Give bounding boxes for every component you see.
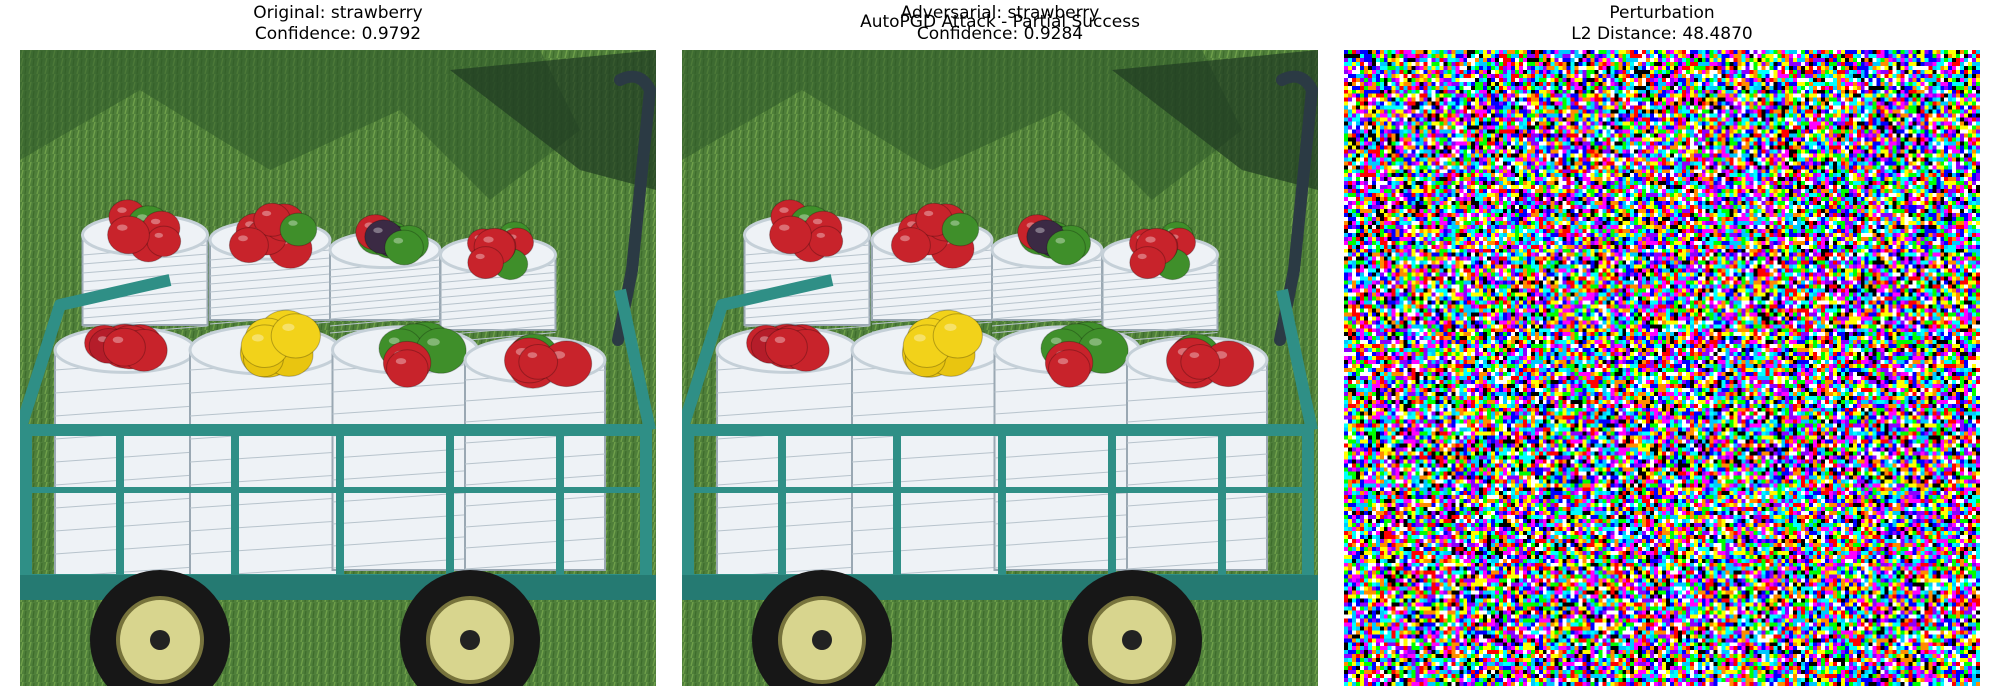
- perturbation-label: Perturbation: [1609, 3, 1715, 23]
- adversarial-image: [682, 50, 1318, 686]
- adversarial-confidence: Confidence: 0.9284: [916, 24, 1084, 44]
- adversarial-label: Adversarial: strawberry: [900, 3, 1100, 23]
- perturbation-panel-title: Perturbation L2 Distance: 48.4870: [1344, 3, 1980, 45]
- l2-distance: L2 Distance: 48.4870: [1571, 24, 1753, 44]
- photo-svg: [20, 50, 656, 686]
- original-confidence: Confidence: 0.9792: [254, 24, 422, 44]
- photo-svg: [682, 50, 1318, 686]
- original-panel-title: Original: strawberry Confidence: 0.9792: [20, 3, 656, 45]
- original-image: [20, 50, 656, 686]
- original-label: Original: strawberry: [253, 3, 423, 23]
- adversarial-panel-title: Adversarial: strawberry Confidence: 0.92…: [682, 3, 1318, 45]
- noise-canvas: [1344, 50, 1980, 686]
- perturbation-image: [1344, 50, 1980, 686]
